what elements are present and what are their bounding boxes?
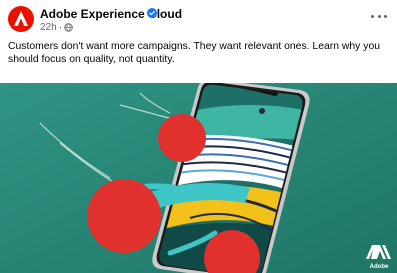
verified-badge-icon bbox=[147, 8, 157, 18]
post-header: Adobe Experience Cloud 22h · bbox=[0, 0, 397, 38]
globe-icon[interactable] bbox=[64, 23, 73, 32]
more-options-button[interactable] bbox=[371, 12, 387, 20]
more-dot bbox=[371, 14, 374, 18]
page-avatar[interactable] bbox=[8, 6, 34, 32]
more-dot bbox=[384, 14, 387, 18]
hero-illustration: Adobe bbox=[0, 83, 397, 273]
post-timestamp[interactable]: 22h bbox=[40, 22, 57, 33]
page-name-link[interactable]: Adobe Experience Cloud bbox=[40, 7, 182, 21]
post-meta: 22h · bbox=[40, 22, 73, 33]
post-caption: Customers don't want more campaigns. The… bbox=[8, 41, 381, 65]
adobe-wordmark: Adobe bbox=[370, 264, 389, 270]
red-circle bbox=[158, 114, 206, 162]
red-circle bbox=[87, 179, 161, 253]
social-post: Adobe Experience Cloud 22h · Customers d… bbox=[0, 0, 397, 273]
meta-separator: · bbox=[58, 22, 63, 33]
adobe-logo-icon bbox=[14, 11, 28, 26]
post-image[interactable]: Adobe bbox=[0, 83, 397, 273]
more-dot bbox=[377, 14, 381, 18]
